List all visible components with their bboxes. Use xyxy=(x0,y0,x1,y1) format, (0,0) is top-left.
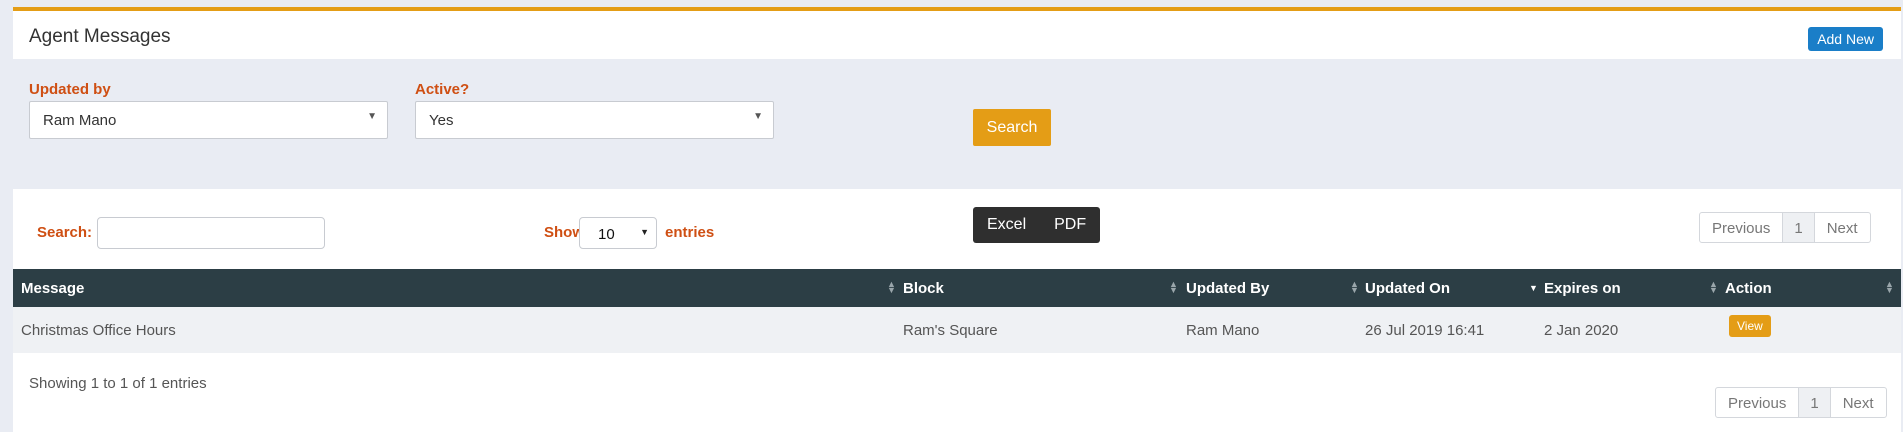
column-header-updated-on[interactable]: Updated On xyxy=(1365,280,1450,297)
next-button[interactable]: Next xyxy=(1815,213,1870,242)
panel-header: Agent Messages Add New xyxy=(13,11,1901,59)
sort-icon[interactable]: ▲ ▼ xyxy=(1885,280,1894,295)
table-header: Message ▲ ▼ Block ▲ ▼ Updated By ▲ ▼ Update… xyxy=(13,269,1901,307)
previous-button[interactable]: Previous xyxy=(1716,388,1798,417)
entries-length-select[interactable]: 10 ▼ xyxy=(579,217,657,249)
active-select[interactable]: Yes ▼ xyxy=(415,101,774,139)
cell-message: Christmas Office Hours xyxy=(21,322,176,339)
column-header-action: Action xyxy=(1725,280,1772,297)
updated-by-select[interactable]: Ram Mano ▼ xyxy=(29,101,388,139)
agent-messages-panel: Agent Messages Add New Updated by Ram Ma… xyxy=(13,7,1901,432)
export-buttons: Excel PDF xyxy=(973,207,1101,243)
sort-icon[interactable]: ▲ ▼ xyxy=(1350,280,1359,295)
cell-updated-on: 26 Jul 2019 16:41 xyxy=(1365,322,1485,339)
updated-by-value: Ram Mano xyxy=(43,112,117,129)
view-button[interactable]: View xyxy=(1729,315,1771,337)
table-row: Christmas Office Hours Ram's Square Ram … xyxy=(13,307,1901,353)
chevron-down-icon: ▼ xyxy=(753,111,763,122)
filter-section: Updated by Ram Mano ▼ Active? Yes ▼ Sear… xyxy=(13,59,1901,189)
pdf-button[interactable]: PDF xyxy=(1040,207,1100,243)
table-toolbar: Search: Show 10 ▼ entries Excel PDF Prev… xyxy=(13,189,1901,269)
search-button[interactable]: Search xyxy=(973,109,1051,146)
active-value: Yes xyxy=(429,112,454,129)
previous-button[interactable]: Previous xyxy=(1700,213,1782,242)
sort-desc-icon[interactable]: ▼ xyxy=(1529,284,1538,293)
pagination-bottom: Previous 1 Next xyxy=(1715,387,1887,418)
page-title: Agent Messages xyxy=(29,26,171,47)
table-info: Showing 1 to 1 of 1 entries xyxy=(29,375,207,392)
chevron-down-icon: ▼ xyxy=(640,227,649,237)
cell-block: Ram's Square xyxy=(903,322,998,339)
active-label: Active? xyxy=(415,81,470,98)
cell-updated-by: Ram Mano xyxy=(1186,322,1260,339)
next-button[interactable]: Next xyxy=(1831,388,1886,417)
entries-label: entries xyxy=(665,224,715,241)
column-header-message[interactable]: Message xyxy=(21,280,84,297)
sort-icon[interactable]: ▲ ▼ xyxy=(1709,280,1718,295)
excel-button[interactable]: Excel xyxy=(973,207,1040,243)
table-search-label: Search: xyxy=(37,224,93,241)
sort-icon[interactable]: ▲ ▼ xyxy=(1169,280,1178,295)
updated-by-label: Updated by xyxy=(29,81,111,98)
entries-length-value: 10 xyxy=(598,226,615,243)
page-1-button[interactable]: 1 xyxy=(1782,213,1815,242)
pagination-top: Previous 1 Next xyxy=(1699,212,1871,243)
sort-icon[interactable]: ▲ ▼ xyxy=(887,280,896,295)
table-search-input[interactable] xyxy=(97,217,325,249)
column-header-expires-on[interactable]: Expires on xyxy=(1544,280,1621,297)
cell-expires-on: 2 Jan 2020 xyxy=(1544,322,1619,339)
column-header-block[interactable]: Block xyxy=(903,280,944,297)
chevron-down-icon: ▼ xyxy=(367,111,377,122)
add-new-button[interactable]: Add New xyxy=(1808,27,1883,51)
show-label: Show xyxy=(544,224,584,241)
page-1-button[interactable]: 1 xyxy=(1798,388,1831,417)
column-header-updated-by[interactable]: Updated By xyxy=(1186,280,1269,297)
